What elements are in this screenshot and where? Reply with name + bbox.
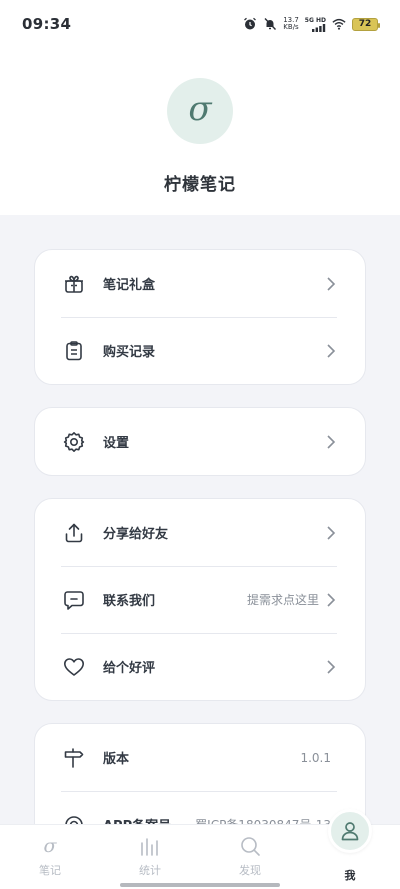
menu-item-label: 购买记录 <box>103 345 156 360</box>
chevron-right-icon <box>325 276 337 292</box>
menu-item-label: 版本 <box>103 752 130 767</box>
menu-item-value: 提需求点这里 <box>246 593 319 607</box>
menu-item-share[interactable]: 分享给好友 <box>35 499 365 566</box>
menu-item-label: 分享给好友 <box>103 527 169 542</box>
version-value: 1.0.1 <box>300 750 331 765</box>
network-label: 5G HD <box>304 16 326 24</box>
alarm-icon <box>244 17 257 30</box>
signpost-icon <box>61 745 87 771</box>
status-time: 09:34 <box>22 15 72 33</box>
tab-label: 统计 <box>139 864 161 877</box>
bottom-tab-bar: σ 笔记 统计 发现 我 <box>0 809 400 889</box>
active-tab-indicator <box>328 809 372 853</box>
menu-item-label: 笔记礼盒 <box>103 278 156 293</box>
tab-label: 我 <box>344 869 356 882</box>
svg-text:σ: σ <box>44 835 58 857</box>
tab-me[interactable]: 我 <box>300 809 400 889</box>
net-speed: 13.7 KB/s <box>283 17 299 31</box>
cell-signal: 5G HD <box>305 17 326 32</box>
menu-item-note-gift-box[interactable]: 笔记礼盒 <box>35 250 365 317</box>
chevron-right-icon <box>325 659 337 675</box>
clipboard-icon <box>61 338 87 364</box>
gear-icon <box>61 429 87 455</box>
status-icons: 13.7 KB/s 5G HD 72 <box>243 17 380 32</box>
mute-bell-icon <box>264 18 277 30</box>
tab-label: 笔记 <box>39 864 61 877</box>
app-logo: σ <box>167 78 233 144</box>
menu-item-label: 给个好评 <box>103 661 156 676</box>
battery-level: 72 <box>358 19 372 29</box>
gift-box-icon <box>61 271 87 297</box>
card-settings: 设置 <box>34 407 366 476</box>
chevron-right-icon <box>325 592 337 608</box>
search-icon <box>241 837 260 856</box>
tab-label: 发现 <box>239 864 261 877</box>
bars-icon <box>141 838 158 856</box>
tab-notes[interactable]: σ 笔记 <box>0 825 100 889</box>
profile-header: σ 柠檬笔记 <box>0 48 400 215</box>
tab-discover[interactable]: 发现 <box>200 825 300 889</box>
menu-item-version: 版本 1.0.1 <box>35 724 365 791</box>
person-icon <box>341 822 359 841</box>
wifi-icon <box>332 18 346 30</box>
message-icon <box>61 587 87 613</box>
card-gifts-purchases: 笔记礼盒 购买记录 <box>34 249 366 385</box>
status-bar: 09:34 13.7 KB/s 5G HD 72 <box>0 0 400 48</box>
card-social: 分享给好友 联系我们 提需求点这里 给个好评 <box>34 498 366 701</box>
menu-item-label: 设置 <box>103 436 130 451</box>
menu-item-purchase-records[interactable]: 购买记录 <box>35 317 365 384</box>
chevron-right-icon <box>325 343 337 359</box>
home-indicator[interactable] <box>120 883 280 887</box>
sigma-icon: σ <box>44 835 58 857</box>
menu-item-contact-us[interactable]: 联系我们 提需求点这里 <box>35 566 365 633</box>
signal-bars-icon <box>312 23 326 32</box>
chevron-right-icon <box>325 525 337 541</box>
menu-item-settings[interactable]: 设置 <box>35 408 365 475</box>
menu-item-label: 联系我们 <box>103 594 156 609</box>
sigma-logo-icon: σ <box>188 89 212 129</box>
share-icon <box>61 520 87 546</box>
app-name: 柠檬笔记 <box>164 175 236 195</box>
net-speed-unit: KB/s <box>283 23 299 31</box>
chevron-right-icon <box>325 434 337 450</box>
heart-icon <box>61 654 87 680</box>
menu-item-rate-us[interactable]: 给个好评 <box>35 633 365 700</box>
battery-indicator: 72 <box>352 17 380 31</box>
tab-statistics[interactable]: 统计 <box>100 825 200 889</box>
